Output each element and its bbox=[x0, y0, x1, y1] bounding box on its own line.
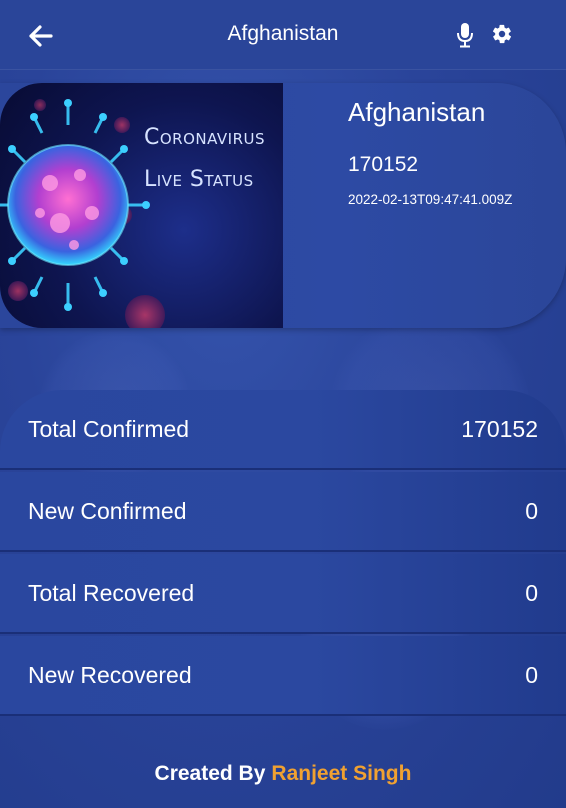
coronavirus-banner-image: Coronavirus Live Status bbox=[0, 83, 283, 328]
stat-value: 170152 bbox=[461, 415, 538, 442]
banner-title-line1: Coronavirus bbox=[144, 125, 266, 150]
country-name: Afghanistan bbox=[348, 97, 486, 127]
stat-label: Total Recovered bbox=[28, 579, 195, 606]
country-summary-card: Coronavirus Live Status Afghanistan 1701… bbox=[0, 83, 566, 328]
stat-row-new-confirmed: New Confirmed 0 bbox=[0, 472, 566, 552]
microphone-icon bbox=[457, 23, 473, 48]
footer-credit: Created By Ranjeet Singh bbox=[0, 740, 566, 808]
stat-row-new-recovered: New Recovered 0 bbox=[0, 636, 566, 716]
stat-value: 0 bbox=[525, 661, 538, 688]
page-title: Afghanistan bbox=[227, 22, 339, 45]
stat-value: 0 bbox=[525, 579, 538, 606]
banner-title-line2: Live Status bbox=[144, 167, 254, 192]
stat-row-total-recovered: Total Recovered 0 bbox=[0, 554, 566, 634]
stat-value: 0 bbox=[525, 497, 538, 524]
footer-prefix: Created By bbox=[154, 762, 266, 785]
stat-label: Total Confirmed bbox=[28, 415, 190, 442]
app-bar: Afghanistan bbox=[0, 0, 566, 70]
stats-list: Total Confirmed 170152 New Confirmed 0 T… bbox=[0, 390, 566, 717]
footer-author: Ranjeet Singh bbox=[271, 762, 412, 785]
banner-caption: Coronavirus Live Status bbox=[144, 123, 265, 195]
voice-search-button[interactable] bbox=[452, 20, 478, 50]
virus-illustration-icon bbox=[0, 99, 165, 328]
country-total-cases: 170152 bbox=[348, 153, 419, 176]
stat-label: New Confirmed bbox=[28, 497, 187, 524]
stat-label: New Recovered bbox=[28, 661, 192, 688]
last-updated-timestamp: 2022-02-13T09:47:41.009Z bbox=[348, 192, 513, 207]
settings-button[interactable] bbox=[489, 21, 515, 47]
gear-icon bbox=[492, 24, 512, 44]
stat-row-total-confirmed: Total Confirmed 170152 bbox=[0, 390, 566, 470]
